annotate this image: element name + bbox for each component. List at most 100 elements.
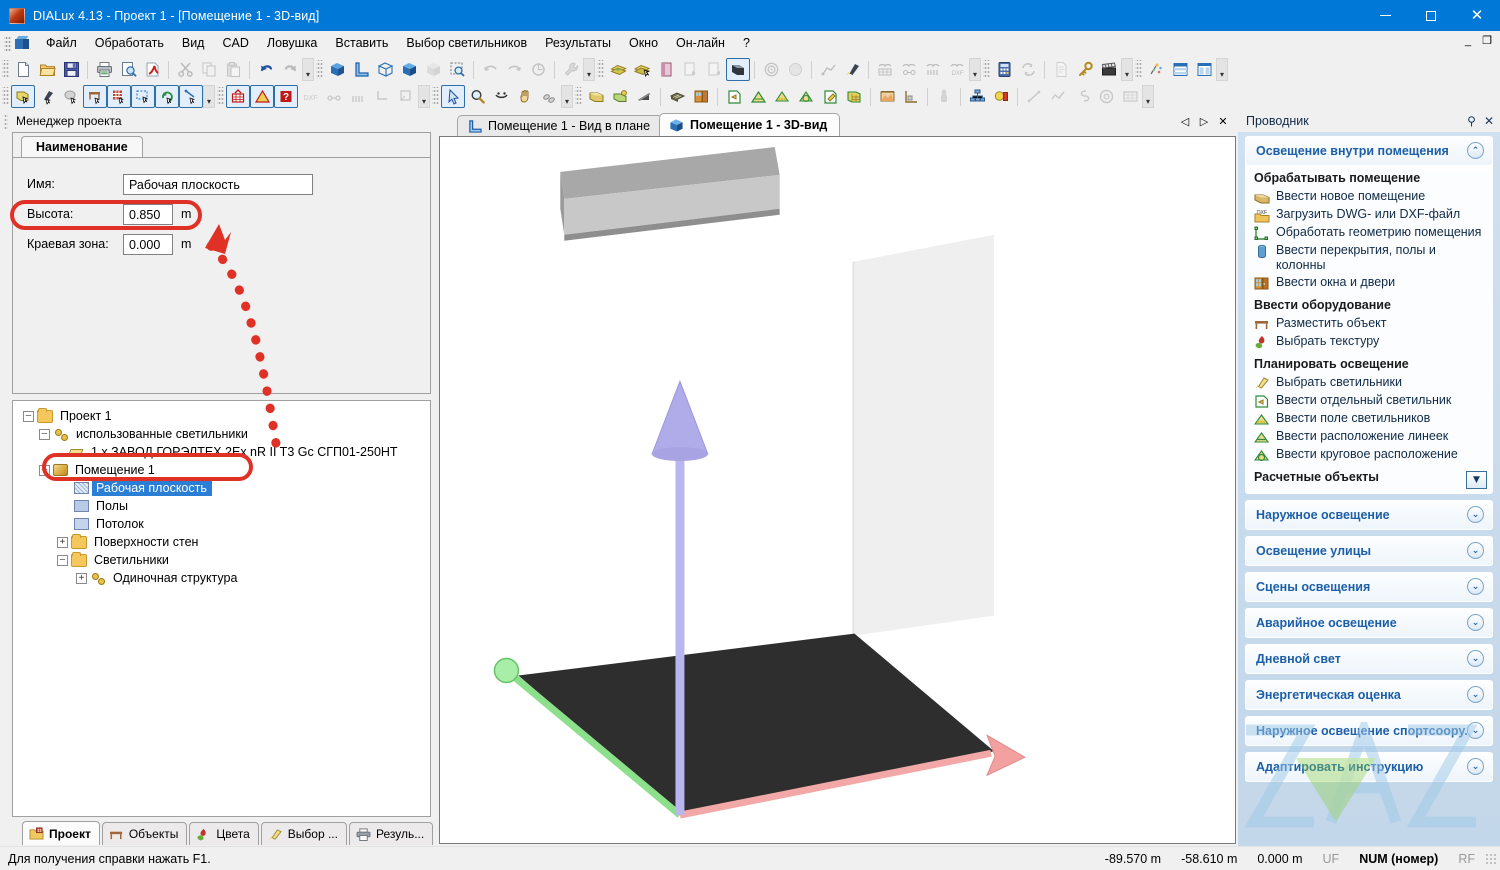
save-icon[interactable] [59,58,83,81]
toolbar-overflow-select[interactable]: ▾ [203,85,215,108]
tree-node-working-plane[interactable]: Рабочая плоскость [19,479,430,497]
rotate-right-icon[interactable] [502,58,526,81]
glasses-dxf-icon[interactable]: DXF [945,58,969,81]
menu-item-snap[interactable]: Ловушка [258,33,327,54]
line-arrangement-icon[interactable] [746,85,770,108]
select-luminaire-icon[interactable] [35,85,59,108]
print-icon[interactable] [92,58,116,81]
explorer-item-circle-arrangement[interactable]: Ввести круговое расположение [1254,446,1488,464]
calculator-icon[interactable] [992,58,1016,81]
angle-snap-icon[interactable] [250,85,274,108]
group-icon[interactable] [965,85,989,108]
project-tree[interactable]: – Проект 1 – использованные светильники … [12,400,431,817]
group-header[interactable]: Освещение улицы ⌄ [1246,537,1492,565]
pane-grip-handle[interactable] [4,113,8,129]
group-header[interactable]: Дневной свет ⌄ [1246,645,1492,673]
window-door-icon[interactable] [689,85,713,108]
name-input[interactable]: Рабочая плоскость [123,173,313,195]
pan-hand-icon[interactable] [513,85,537,108]
explorer-item-room-geometry[interactable]: Обработать геометрию помещения [1254,224,1488,242]
new-room-icon[interactable] [584,85,608,108]
menu-item-online[interactable]: Он-лайн [667,33,734,54]
calc-surface-icon[interactable] [875,85,899,108]
view-solid-icon[interactable] [397,58,421,81]
toolbar-grip-calc[interactable] [983,60,990,79]
refresh-calc-icon[interactable] [1016,58,1040,81]
tree-node-room[interactable]: – Помещение 1 [19,461,430,479]
new-file-icon[interactable] [11,58,35,81]
key-icon[interactable] [1073,58,1097,81]
menu-item-file[interactable]: Файл [37,33,86,54]
corner-snap-icon[interactable] [370,85,394,108]
chevron-down-icon[interactable]: ⌄ [1467,542,1484,559]
rectangle-select-icon[interactable] [131,85,155,108]
mdi-minimize-button[interactable]: _ [1461,35,1475,47]
circle-icon[interactable] [1094,85,1118,108]
menu-item-window[interactable]: Окно [620,33,667,54]
target-icon[interactable] [759,58,783,81]
toolbar-grip-tools[interactable] [597,60,604,79]
group-header[interactable]: Энергетическая оценка ⌄ [1246,681,1492,709]
explorer-item-single-luminaire[interactable]: Ввести отдельный светильник [1254,392,1488,410]
resize-grip[interactable] [1485,852,1497,865]
chevron-down-icon[interactable]: ⌄ [1467,722,1484,739]
toolbar-grip-snap[interactable] [217,87,224,106]
toolbar-overflow-snap[interactable]: ▾ [418,85,430,108]
tree-node-wall-surfaces[interactable]: + Поверхности стен [19,533,430,551]
line-snap-icon[interactable] [322,85,346,108]
toolbar-grip-output[interactable] [1135,60,1142,79]
explorer-item-windows-doors[interactable]: Ввести окна и двери [1254,274,1488,292]
raster-icon[interactable] [1118,85,1142,108]
close-button[interactable]: ✕ [1454,0,1500,31]
measure-tool-icon[interactable] [179,85,203,108]
toolbar-grip-insert[interactable] [575,87,582,106]
expander-icon[interactable]: + [57,536,68,548]
polyline-icon[interactable] [1046,85,1070,108]
toolbar-grip-view[interactable] [316,60,323,79]
measure-path-icon[interactable] [816,58,840,81]
table-columns-icon[interactable] [1192,58,1216,81]
prev-tab-button[interactable]: ◁ [1178,115,1192,128]
zoom-icon[interactable] [465,85,489,108]
view-plan-icon[interactable] [349,58,373,81]
toolbar-grip-standard[interactable] [2,60,9,79]
pin-icon[interactable]: ⚲ [1467,114,1476,128]
chevron-down-icon[interactable]: ⌄ [1467,506,1484,523]
toolbar-overflow-tools[interactable]: ▾ [969,58,981,81]
close-icon[interactable]: ✕ [1484,114,1494,128]
expander-icon[interactable]: – [39,464,50,476]
explorer-item-select-luminaires[interactable]: Выбрать светильники [1254,374,1488,392]
menu-item-process[interactable]: Обработать [86,33,173,54]
rotate-free-icon[interactable] [526,58,550,81]
toolbar-overflow-output[interactable]: ▾ [1216,58,1228,81]
money-select-icon[interactable] [630,58,654,81]
menu-grip-handle[interactable] [4,34,11,52]
room-wedge-icon[interactable] [632,85,656,108]
explorer-item-select-texture[interactable]: Выбрать текстуру [1254,333,1488,351]
raytrace-icon[interactable] [1144,58,1168,81]
export-doc-icon[interactable] [678,58,702,81]
luminaire-grid-icon[interactable] [842,85,866,108]
open-file-icon[interactable] [35,58,59,81]
maximize-button[interactable] [1408,0,1454,31]
group-header[interactable]: Наружное освещение ⌄ [1246,501,1492,529]
place-furniture-icon[interactable] [83,85,107,108]
explorer-item-new-room[interactable]: Ввести новое помещение [1254,188,1488,206]
tab-naimenovanie[interactable]: Наименование [21,136,143,158]
height-input[interactable]: 0.850 [123,203,173,225]
view-3d-icon[interactable] [325,58,349,81]
menu-item-cad[interactable]: CAD [213,33,257,54]
glasses-multi-icon[interactable] [921,58,945,81]
ceiling-grid-icon[interactable] [665,85,689,108]
place-texture-icon[interactable] [107,85,131,108]
doc-tab-plan-view[interactable]: Помещение 1 - Вид в плане [457,115,664,136]
menu-item-results[interactable]: Результаты [536,33,620,54]
viewport-3d[interactable] [439,136,1236,844]
glasses-grid-icon[interactable] [873,58,897,81]
multi-snap-icon[interactable] [346,85,370,108]
view-wireframe-icon[interactable] [373,58,397,81]
explorer-scroll-down-button[interactable]: ▼ [1466,471,1487,489]
group-header[interactable]: Освещение внутри помещения ⌃ [1246,137,1492,165]
chevron-down-icon[interactable]: ⌄ [1467,614,1484,631]
orbit-icon[interactable] [489,85,513,108]
